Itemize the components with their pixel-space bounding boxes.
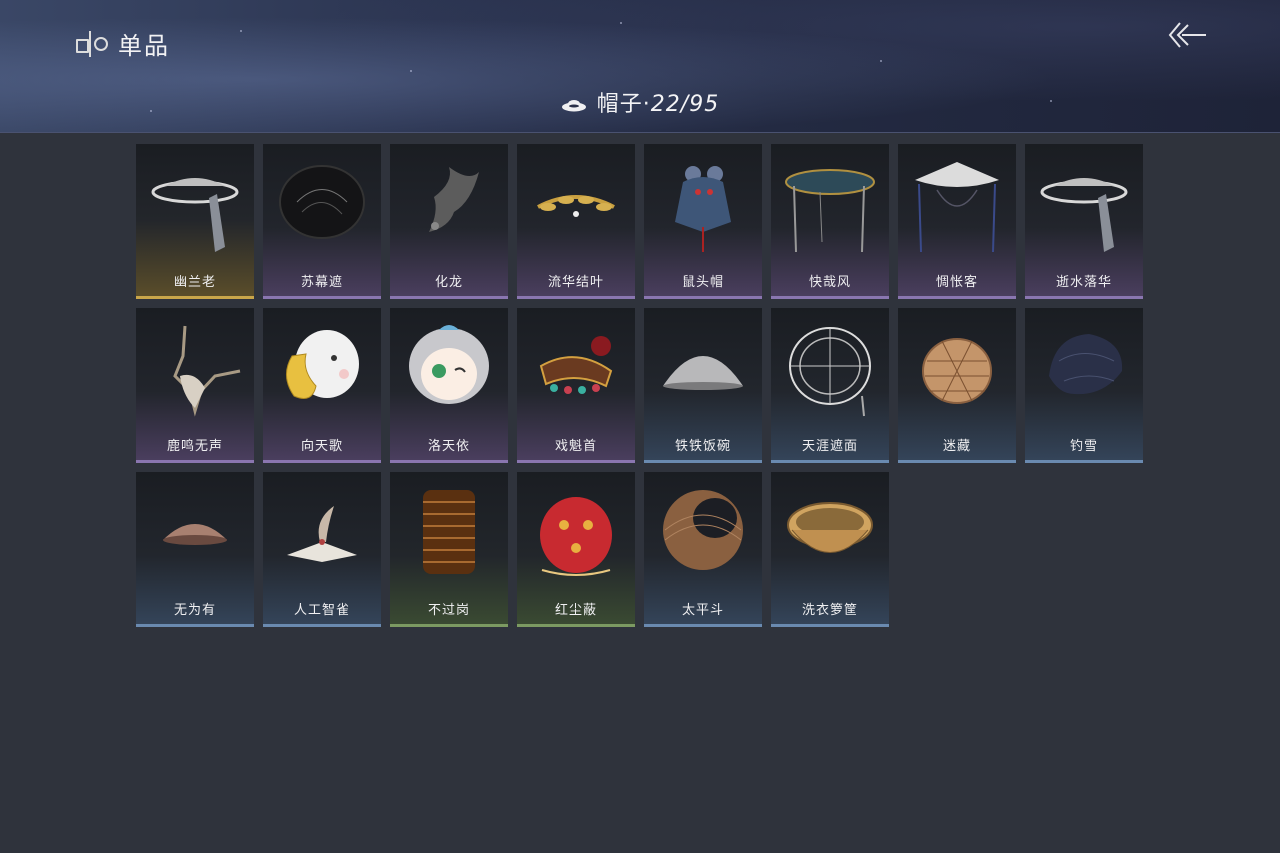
star-decoration	[620, 22, 622, 24]
item-thumbnail-icon	[915, 162, 999, 253]
item-card[interactable]: 快哉风	[771, 144, 889, 299]
item-card[interactable]: 苏幕遮	[263, 144, 381, 299]
item-thumbnail-icon	[785, 169, 875, 253]
item-name: 戏魁首	[554, 439, 597, 454]
item-name: 洛天依	[427, 439, 470, 454]
item-name: 鼠头帽	[681, 275, 724, 290]
item-card[interactable]: 洛天依	[390, 308, 508, 463]
item-thumbnail-icon	[539, 336, 613, 394]
item-thumbnail-icon	[1040, 178, 1128, 252]
item-thumbnail-icon	[787, 502, 873, 553]
category-label: 帽子·	[596, 92, 651, 117]
category-header: 帽子·22/95	[0, 86, 1280, 118]
star-decoration	[240, 30, 242, 32]
page-title: 单品	[74, 26, 170, 61]
item-name: 惆怅客	[935, 275, 978, 290]
item-thumbnail-icon	[151, 178, 239, 252]
top-banner: 单品 帽子·22/95	[0, 0, 1280, 133]
item-card[interactable]: 红尘蔽	[517, 472, 635, 627]
item-name: 铁铁饭碗	[674, 439, 731, 454]
item-card[interactable]: 向天歌	[263, 308, 381, 463]
item-thumbnail-icon	[789, 327, 871, 417]
double-chevron-left-icon	[1168, 22, 1206, 48]
item-name: 天涯遮面	[801, 439, 858, 454]
item-thumbnail-icon	[173, 325, 241, 417]
item-name: 人工智雀	[293, 603, 350, 618]
back-button[interactable]	[1166, 20, 1210, 50]
item-thumbnail-icon	[663, 490, 743, 570]
item-thumbnail-icon	[163, 524, 227, 545]
collection-count: 22/95	[650, 92, 720, 117]
item-card[interactable]: 化龙	[390, 144, 508, 299]
item-name: 幽兰老	[173, 275, 216, 290]
item-card[interactable]: 无为有	[136, 472, 254, 627]
item-card[interactable]: 逝水落华	[1025, 144, 1143, 299]
item-thumbnail-icon	[1049, 334, 1123, 395]
item-card[interactable]: 鹿鸣无声	[136, 308, 254, 463]
items-category-icon	[74, 29, 108, 59]
item-thumbnail-icon	[663, 356, 743, 390]
item-thumbnail-icon	[675, 166, 731, 252]
item-name: 红尘蔽	[554, 603, 597, 618]
item-grid: 幽兰老 苏幕遮 化龙 流华结叶 鼠头帽 快哉风 惆怅客 逝水落华鹿鸣无声 向天歌 洛天依 戏魁首 铁铁…	[136, 144, 1146, 627]
item-card[interactable]: 铁铁饭碗	[644, 308, 762, 463]
star-decoration	[410, 70, 412, 72]
item-name: 无为有	[173, 603, 216, 618]
item-name: 苏幕遮	[300, 275, 343, 290]
item-card[interactable]: 天涯遮面	[771, 308, 889, 463]
item-thumbnail-icon	[409, 325, 489, 404]
item-card[interactable]: 戏魁首	[517, 308, 635, 463]
item-thumbnail-icon	[286, 330, 359, 399]
item-card[interactable]: 迷藏	[898, 308, 1016, 463]
item-card[interactable]: 太平斗	[644, 472, 762, 627]
item-card[interactable]: 不过岗	[390, 472, 508, 627]
item-card[interactable]: 人工智雀	[263, 472, 381, 627]
item-card[interactable]: 流华结叶	[517, 144, 635, 299]
item-name: 流华结叶	[547, 275, 604, 290]
item-name: 快哉风	[808, 275, 851, 290]
item-name: 鹿鸣无声	[166, 439, 223, 454]
item-card[interactable]: 钓雪	[1025, 308, 1143, 463]
item-name: 向天歌	[300, 439, 343, 454]
star-decoration	[880, 60, 882, 62]
item-name: 洗衣箩筐	[801, 603, 858, 618]
item-thumbnail-icon	[429, 167, 479, 232]
item-thumbnail-icon	[279, 165, 365, 239]
item-name: 不过岗	[427, 603, 470, 618]
hat-icon	[561, 100, 586, 112]
item-card[interactable]: 鼠头帽	[644, 144, 762, 299]
item-name: 迷藏	[942, 439, 971, 454]
item-name: 钓雪	[1069, 439, 1098, 454]
item-card[interactable]: 洗衣箩筐	[771, 472, 889, 627]
item-thumbnail-icon	[922, 338, 992, 404]
item-thumbnail-icon	[423, 490, 475, 574]
item-thumbnail-icon	[287, 506, 357, 562]
item-name: 太平斗	[681, 603, 724, 618]
item-name: 化龙	[434, 275, 463, 290]
item-card[interactable]: 幽兰老	[136, 144, 254, 299]
page-title-label: 单品	[118, 32, 170, 60]
item-thumbnail-icon	[540, 497, 612, 576]
item-name: 逝水落华	[1055, 275, 1112, 290]
item-card[interactable]: 惆怅客	[898, 144, 1016, 299]
item-thumbnail-icon	[537, 195, 615, 217]
